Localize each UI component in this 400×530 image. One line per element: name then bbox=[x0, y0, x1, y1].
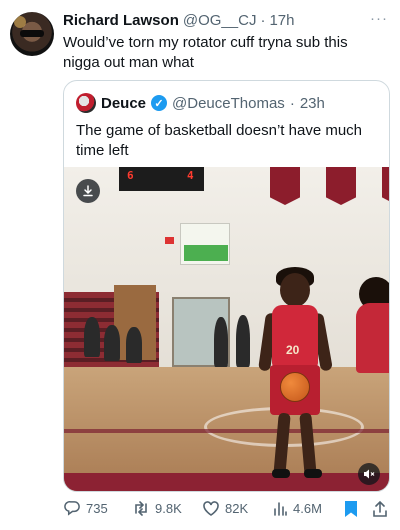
reply-button[interactable]: 735 bbox=[64, 500, 108, 517]
quoted-tweet-time[interactable]: 23h bbox=[300, 95, 325, 112]
heart-icon bbox=[203, 501, 219, 516]
player-jersey bbox=[272, 305, 318, 367]
repost-icon bbox=[135, 501, 147, 516]
verified-badge-icon: ✓ bbox=[151, 95, 168, 111]
quoted-author-name[interactable]: Deuce bbox=[101, 95, 146, 112]
reply-count: 735 bbox=[86, 501, 108, 516]
views-button[interactable]: 4.6M bbox=[272, 500, 322, 517]
tweet-text: Would’ve torn my rotator cuff tryna sub … bbox=[63, 34, 348, 71]
author-handle[interactable]: @OG__CJ bbox=[183, 12, 257, 29]
more-dots-icon[interactable]: ··· bbox=[370, 10, 388, 27]
view-count: 4.6M bbox=[293, 501, 322, 516]
tweet[interactable]: Richard Lawson @OG__CJ · 17h ··· Would’v… bbox=[0, 0, 400, 530]
player-shoe bbox=[304, 469, 322, 478]
basketball bbox=[280, 372, 310, 402]
author-name[interactable]: Richard Lawson bbox=[63, 12, 179, 29]
tweet-header: Richard Lawson @OG__CJ · 17h bbox=[63, 12, 294, 29]
jersey-number: 20 bbox=[286, 343, 300, 357]
avatar-sunglasses bbox=[20, 30, 44, 37]
scoreboard: 6 4 bbox=[119, 167, 204, 191]
views-chart-icon bbox=[274, 502, 287, 516]
opponent-jersey bbox=[356, 303, 389, 373]
spectator bbox=[84, 317, 100, 357]
court-line bbox=[64, 429, 389, 433]
bookmark-icon bbox=[345, 501, 357, 517]
player-head bbox=[280, 273, 310, 307]
quoted-tweet[interactable]: Deuce ✓ @DeuceThomas · 23h The game of b… bbox=[63, 80, 390, 492]
download-icon[interactable] bbox=[76, 179, 100, 203]
quoted-tweet-header: Deuce ✓ @DeuceThomas · 23h bbox=[76, 93, 325, 113]
player-shoe bbox=[272, 469, 290, 478]
avatar-light bbox=[14, 16, 26, 28]
exit-sign bbox=[165, 237, 174, 244]
wall-poster bbox=[180, 223, 230, 265]
action-bar: 735 9.8K 82K 4.6M bbox=[58, 500, 396, 522]
score-home: 6 bbox=[127, 169, 134, 182]
like-button[interactable]: 82K bbox=[202, 500, 248, 517]
quoted-author-handle[interactable]: @DeuceThomas bbox=[172, 95, 285, 112]
bookmark-button[interactable] bbox=[344, 500, 358, 518]
like-count: 82K bbox=[225, 501, 249, 516]
quoted-author-avatar[interactable] bbox=[76, 93, 96, 113]
share-icon bbox=[373, 500, 387, 517]
score-away: 4 bbox=[187, 169, 194, 182]
share-button[interactable] bbox=[372, 500, 388, 518]
separator-dot: · bbox=[289, 94, 295, 112]
author-avatar[interactable] bbox=[10, 12, 54, 56]
court-baseline bbox=[64, 473, 389, 491]
spectator bbox=[104, 325, 120, 361]
mute-icon[interactable] bbox=[358, 463, 380, 485]
championship-banner bbox=[270, 167, 300, 205]
reply-icon bbox=[64, 501, 80, 516]
separator-dot: · bbox=[260, 12, 266, 29]
repost-button[interactable]: 9.8K bbox=[132, 500, 182, 517]
spectator bbox=[126, 327, 142, 363]
tweet-time[interactable]: 17h bbox=[269, 12, 294, 29]
quoted-tweet-text: The game of basketball doesn’t have much… bbox=[76, 122, 363, 159]
championship-banner bbox=[326, 167, 356, 205]
video-player[interactable]: 6 4 20 bbox=[64, 167, 389, 491]
repost-count: 9.8K bbox=[155, 501, 182, 516]
spectator bbox=[214, 317, 228, 367]
spectator bbox=[236, 315, 250, 367]
